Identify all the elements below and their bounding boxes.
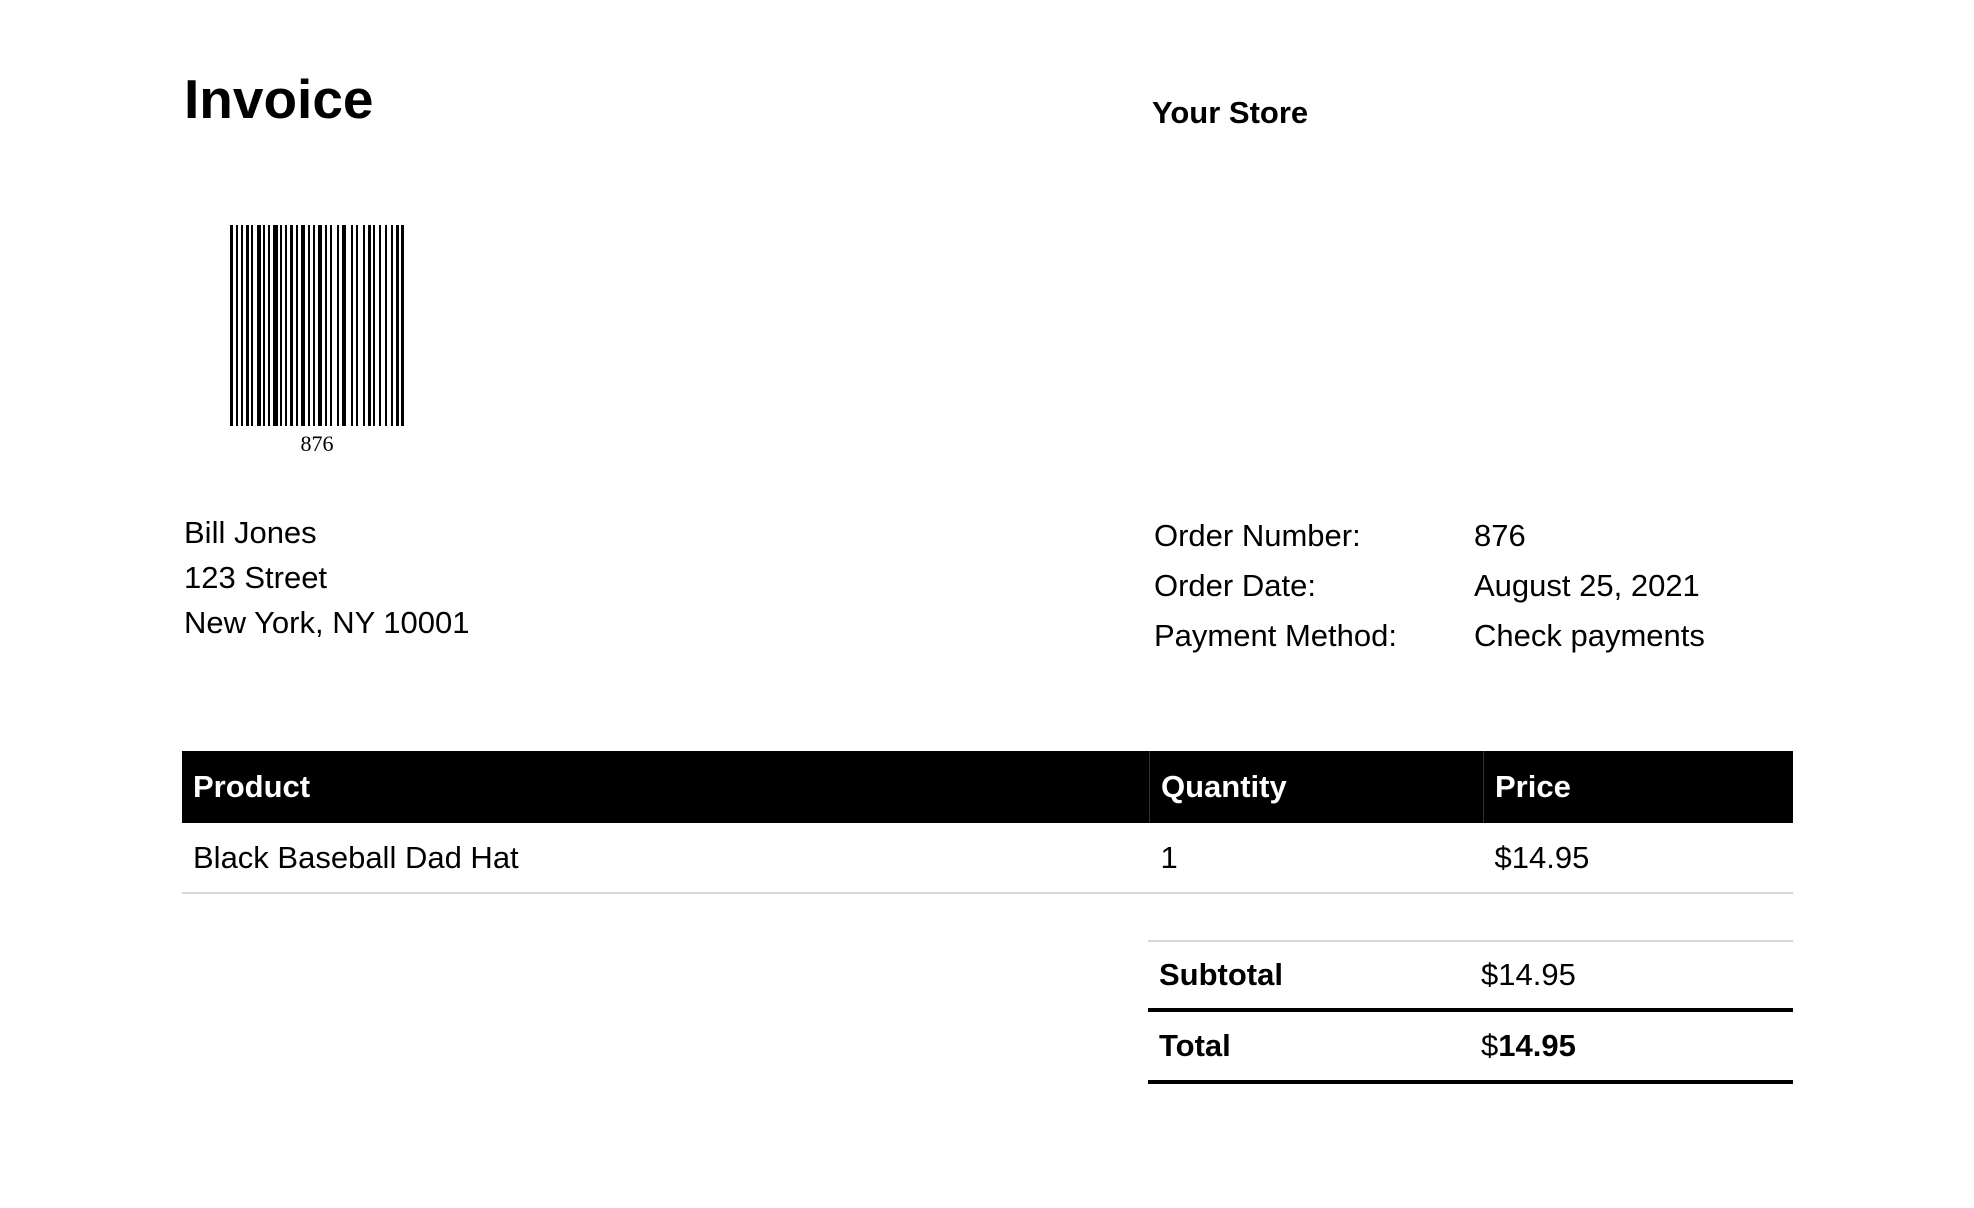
column-header-product: Product [182,751,1150,823]
order-number-row: Order Number: 876 [1154,511,1705,561]
barcode-bar [273,225,278,426]
invoice-page: Invoice Your Store 876 Bill Jones 123 St… [0,0,1974,1208]
order-number-label: Order Number: [1154,518,1361,553]
payment-method-label: Payment Method: [1154,618,1397,653]
item-product: Black Baseball Dad Hat [182,823,1150,894]
payment-method-value: Check payments [1474,618,1705,653]
items-header-row: Product Quantity Price [182,751,1793,823]
barcode-bar [290,225,293,426]
barcode-bar [391,225,393,426]
barcode-bar [280,225,282,426]
column-header-quantity: Quantity [1149,751,1484,823]
subtotal-row: Subtotal $14.95 [1148,940,1793,1012]
table-row: Black Baseball Dad Hat 1 $14.95 [182,823,1793,894]
column-header-price: Price [1483,751,1793,823]
barcode-bar [385,225,387,426]
barcode-bar [356,225,358,426]
barcode-bar [342,225,346,426]
barcode-bar [301,225,305,426]
barcode-bar [363,225,365,426]
order-date-label: Order Date: [1154,568,1316,603]
barcode-bar [236,225,238,426]
barcode-number: 876 [300,431,334,456]
barcode-image [230,225,404,426]
order-number-value: 876 [1474,518,1526,553]
item-quantity: 1 [1149,823,1484,894]
barcode-bar [246,225,249,426]
total-amount: 14.95 [1498,1028,1576,1063]
barcode-bar [396,225,399,426]
barcode-bar [379,225,381,426]
barcode-bar [241,225,243,426]
barcode-bar [263,225,265,426]
order-date-row: Order Date: August 25, 2021 [1154,561,1705,611]
customer-name: Bill Jones [184,515,317,550]
order-meta: Order Number: 876 Order Date: August 25,… [1154,511,1705,661]
barcode: 876 [230,225,404,455]
barcode-bar [373,225,375,426]
barcode-bar [325,225,327,426]
barcode-bar [308,225,310,426]
barcode-bar [330,225,332,426]
total-currency: $ [1481,1028,1499,1063]
barcode-bar [296,225,298,426]
barcode-bar [401,225,404,426]
barcode-bar [285,225,287,426]
customer-address: Bill Jones 123 Street New York, NY 10001 [184,510,470,645]
invoice-title: Invoice [184,68,374,130]
barcode-bar [257,225,261,426]
payment-method-row: Payment Method: Check payments [1154,611,1705,661]
total-value: $14.95 [1470,1010,1793,1084]
customer-street: 123 Street [184,560,328,595]
barcode-bar [251,225,253,426]
total-row: Total $14.95 [1148,1010,1793,1084]
items-table: Product Quantity Price Black Baseball Da… [182,751,1793,894]
customer-city: New York, NY 10001 [184,605,470,640]
store-name: Your Store [1152,95,1309,130]
barcode-bar [318,225,322,426]
item-price: $14.95 [1483,823,1793,894]
barcode-bar [313,225,315,426]
subtotal-label: Subtotal [1148,940,1470,1012]
subtotal-value: $14.95 [1470,940,1793,1012]
barcode-bar [351,225,353,426]
totals-table: Subtotal $14.95 Total $14.95 [1148,940,1793,1084]
order-date-value: August 25, 2021 [1474,568,1700,603]
barcode-bar [268,225,270,426]
barcode-bar [337,225,339,426]
barcode-bar [230,225,233,426]
total-label: Total [1148,1010,1470,1084]
barcode-bar [368,225,371,426]
